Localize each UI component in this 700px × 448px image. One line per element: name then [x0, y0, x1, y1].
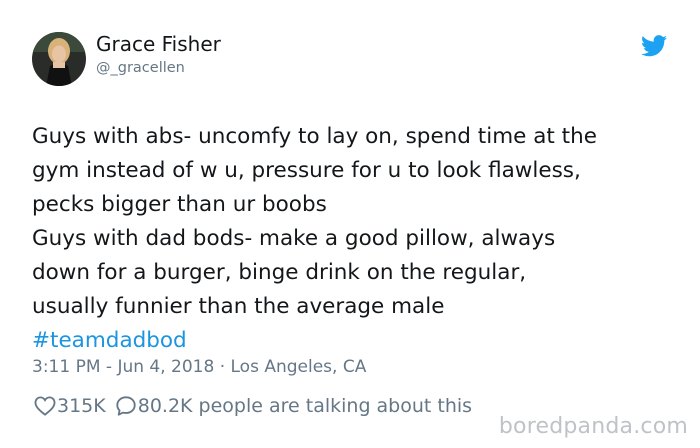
- tweet-line: down for a burger, binge drink on the re…: [32, 260, 527, 285]
- author-handle[interactable]: @_gracellen: [96, 60, 185, 76]
- speech-bubble-icon[interactable]: [114, 394, 138, 418]
- engagement-bar: 315K 80.2K people are talking about this: [33, 392, 472, 420]
- comment-count[interactable]: 80.2K people are talking about this: [138, 395, 472, 417]
- tweet-line: usually funnier than the average male: [32, 294, 445, 319]
- like-count[interactable]: 315K: [57, 395, 106, 417]
- tweet-timestamp[interactable]: 3:11 PM - Jun 4, 2018 · Los Angeles, CA: [32, 357, 366, 377]
- tweet-line: Guys with dad bods- make a good pillow, …: [32, 226, 556, 251]
- tweet-card: Grace Fisher @_gracellen Guys with abs- …: [0, 0, 700, 448]
- avatar[interactable]: [32, 32, 86, 86]
- hashtag-link[interactable]: #teamdadbod: [32, 324, 682, 358]
- heart-icon[interactable]: [33, 394, 57, 418]
- tweet-line: gym instead of w u, pressure for u to lo…: [32, 158, 581, 183]
- watermark: boredpanda.com: [498, 414, 688, 439]
- twitter-bird-icon[interactable]: [641, 35, 667, 57]
- avatar-photo: [32, 32, 86, 86]
- tweet-body: Guys with abs- uncomfy to lay on, spend …: [32, 120, 682, 358]
- author-name[interactable]: Grace Fisher: [96, 32, 221, 56]
- tweet-line: pecks bigger than ur boobs: [32, 192, 327, 217]
- tweet-line: Guys with abs- uncomfy to lay on, spend …: [32, 124, 597, 149]
